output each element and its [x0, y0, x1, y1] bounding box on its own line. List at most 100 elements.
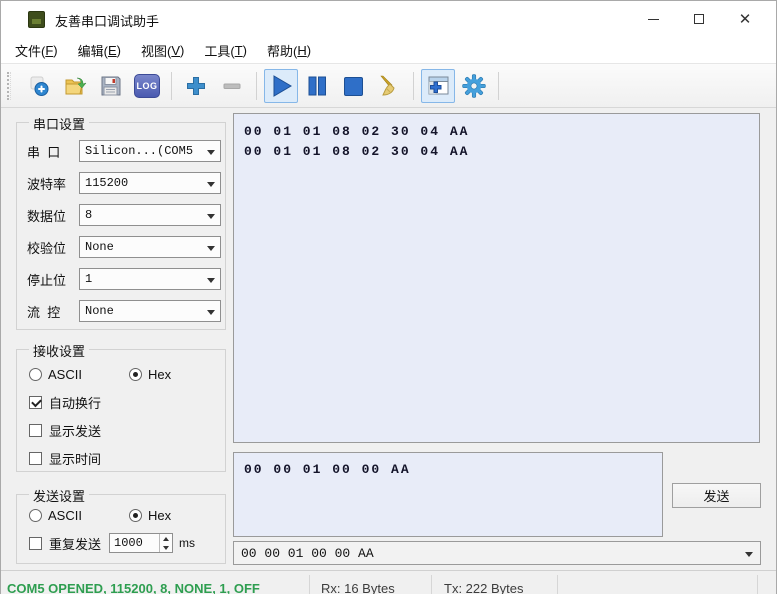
- settings-button[interactable]: [457, 69, 491, 103]
- receive-hex-line: 00 01 01 08 02 30 04 AA: [244, 144, 470, 159]
- log-button[interactable]: LOG: [130, 69, 164, 103]
- clear-button[interactable]: [372, 69, 406, 103]
- gear-icon: [461, 73, 487, 99]
- pause-icon: [305, 74, 329, 98]
- chevron-down-icon: [745, 552, 753, 557]
- receive-settings-group: 接收设置 ASCII Hex 自动换行 显示发送 显示时间: [16, 341, 226, 472]
- stopbits-select[interactable]: 1: [79, 268, 221, 290]
- menu-tools[interactable]: 工具(T): [194, 37, 257, 63]
- send-hex-text: 00 00 01 00 00 AA: [244, 462, 411, 477]
- menu-file[interactable]: 文件(F): [5, 37, 68, 63]
- status-separator: [757, 575, 758, 594]
- recv-ascii-radio[interactable]: ASCII: [29, 366, 82, 382]
- send-history-combo[interactable]: 00 00 01 00 00 AA: [233, 541, 761, 565]
- parity-row: 校验位 None: [27, 236, 221, 258]
- flowcontrol-row: 流 控 None: [27, 300, 221, 322]
- send-settings-title: 发送设置: [29, 486, 90, 505]
- stopbits-row: 停止位 1: [27, 268, 221, 290]
- send-data-input[interactable]: 00 00 01 00 00 AA: [233, 452, 663, 537]
- pause-button[interactable]: [300, 69, 334, 103]
- stop-icon: [341, 74, 365, 98]
- databits-select[interactable]: 8: [79, 204, 221, 226]
- spin-down-icon[interactable]: [160, 543, 172, 552]
- menu-view[interactable]: 视图(V): [131, 37, 194, 63]
- app-icon: [28, 11, 45, 28]
- connection-status: COM5 OPENED, 115200, 8, NONE, 1, OFF: [7, 581, 260, 594]
- serial-settings-title: 串口设置: [29, 114, 90, 133]
- maximize-button[interactable]: [676, 1, 722, 37]
- chevron-down-icon: [207, 278, 215, 283]
- app-window: 友善串口调试助手 ✕ 文件(F) 编辑(E) 视图(V) 工具(T) 帮助(H)…: [0, 0, 777, 594]
- databits-row: 数据位 8: [27, 204, 221, 226]
- send-button[interactable]: 发送: [672, 483, 761, 508]
- chevron-down-icon: [207, 310, 215, 315]
- toolbar-grip[interactable]: [7, 71, 11, 100]
- open-folder-icon: [63, 74, 87, 98]
- save-icon: [99, 74, 123, 98]
- start-button[interactable]: [264, 68, 298, 103]
- receive-data-area[interactable]: 00 01 01 08 02 30 04 AA 00 01 01 08 02 3…: [233, 113, 760, 443]
- receive-settings-title: 接收设置: [29, 341, 90, 360]
- checkbox-icon: [29, 451, 42, 465]
- status-separator: [431, 575, 432, 594]
- show-time-checkbox[interactable]: 显示时间: [29, 450, 101, 467]
- radio-icon: [29, 367, 42, 381]
- open-file-button[interactable]: [58, 69, 92, 103]
- show-sent-checkbox[interactable]: 显示发送: [29, 422, 101, 439]
- close-button[interactable]: ✕: [722, 1, 768, 37]
- play-icon: [268, 73, 294, 99]
- flowcontrol-select[interactable]: None: [79, 300, 221, 322]
- checkbox-icon: [29, 536, 42, 550]
- add-button[interactable]: [179, 69, 213, 103]
- chevron-down-icon: [207, 246, 215, 251]
- window-controls: ✕: [630, 1, 768, 37]
- toolbar: LOG: [1, 63, 776, 108]
- remove-button[interactable]: [215, 69, 249, 103]
- parity-select[interactable]: None: [79, 236, 221, 258]
- interval-unit: ms: [179, 536, 196, 550]
- stop-button[interactable]: [336, 69, 370, 103]
- tx-counter: Tx: 222 Bytes: [444, 581, 524, 594]
- new-connection-button[interactable]: [22, 69, 56, 103]
- send-settings-group: 发送设置 ASCII Hex 重复发送 1000 ms: [16, 486, 226, 564]
- baudrate-select[interactable]: 115200: [79, 172, 221, 194]
- status-separator: [557, 575, 558, 594]
- save-button[interactable]: [94, 69, 128, 103]
- status-bar: COM5 OPENED, 115200, 8, NONE, 1, OFF Rx:…: [1, 570, 776, 594]
- port-select[interactable]: Silicon...(COM5: [79, 140, 221, 162]
- menu-edit[interactable]: 编辑(E): [68, 37, 131, 63]
- receive-hex-line: 00 01 01 08 02 30 04 AA: [244, 124, 470, 139]
- autowrap-checkbox[interactable]: 自动换行: [29, 394, 101, 411]
- chevron-down-icon: [207, 182, 215, 187]
- status-separator: [309, 575, 310, 594]
- send-hex-radio[interactable]: Hex: [129, 507, 171, 523]
- checkbox-icon: [29, 423, 42, 437]
- repeat-send-checkbox[interactable]: 重复发送 1000 ms: [29, 533, 196, 553]
- window-title: 友善串口调试助手: [55, 14, 160, 29]
- panel-plus-icon: [425, 73, 451, 99]
- recv-hex-radio[interactable]: Hex: [129, 366, 171, 382]
- baudrate-row: 波特率 115200: [27, 172, 221, 194]
- new-connection-icon: [27, 74, 51, 98]
- menu-help[interactable]: 帮助(H): [257, 37, 321, 63]
- serial-settings-group: 串口设置 串 口 Silicon...(COM5 波特率 115200 数据位 …: [16, 114, 226, 330]
- chevron-down-icon: [207, 214, 215, 219]
- checkbox-checked-icon: [29, 395, 42, 409]
- port-row: 串 口 Silicon...(COM5: [27, 140, 221, 162]
- toolbar-separator: [413, 71, 414, 100]
- send-ascii-radio[interactable]: ASCII: [29, 507, 82, 523]
- log-icon: LOG: [134, 73, 160, 98]
- toolbar-separator: [256, 71, 257, 100]
- chevron-down-icon: [207, 150, 215, 155]
- toolbar-separator: [498, 71, 499, 100]
- minus-icon: [220, 74, 244, 98]
- spin-up-icon[interactable]: [160, 534, 172, 543]
- toolbar-separator: [171, 71, 172, 100]
- menu-bar: 文件(F) 编辑(E) 视图(V) 工具(T) 帮助(H): [1, 37, 776, 63]
- minimize-button[interactable]: [630, 1, 676, 37]
- interval-spinbox[interactable]: 1000: [109, 533, 174, 553]
- panel-toggle-button[interactable]: [421, 68, 455, 103]
- spinner-arrows[interactable]: [159, 534, 172, 552]
- rx-counter: Rx: 16 Bytes: [321, 581, 395, 594]
- radio-icon: [29, 508, 42, 522]
